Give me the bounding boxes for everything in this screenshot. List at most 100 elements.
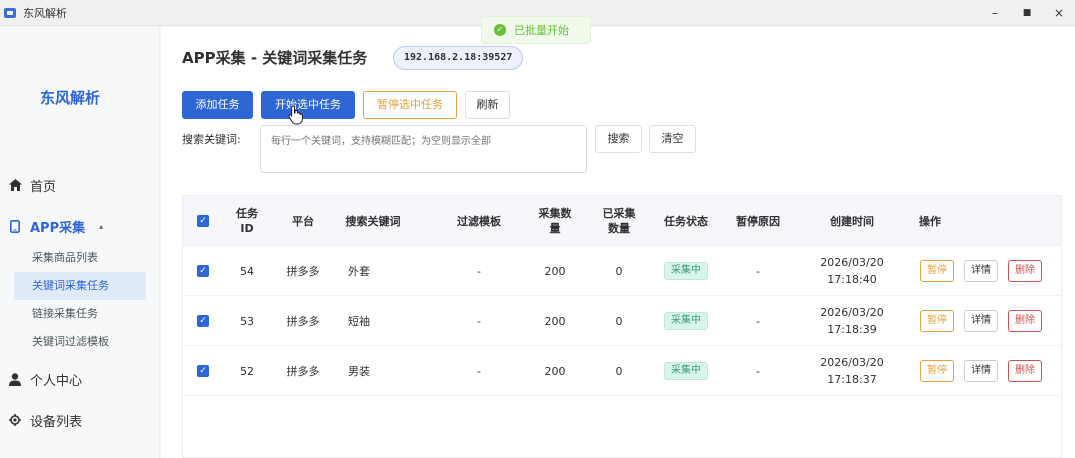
window-controls: – ■ × bbox=[979, 0, 1075, 26]
cell-collected-count: 0 bbox=[615, 364, 623, 378]
column-header-actions: 操作 bbox=[919, 214, 941, 228]
cell-created-time: 17:18:37 bbox=[827, 372, 877, 386]
column-header-task-id: 任务 ID bbox=[236, 207, 258, 235]
cell-status: 采集中 bbox=[655, 296, 717, 346]
column-header-platform: 平台 bbox=[292, 214, 314, 228]
cell-created-time: 17:18:40 bbox=[827, 272, 877, 286]
sidebar-item-app-collect[interactable]: APP采集 ▴ bbox=[0, 216, 150, 236]
start-selected-button[interactable]: 开始选中任务 bbox=[261, 91, 355, 119]
row-select-cell[interactable]: ✓ bbox=[183, 346, 223, 396]
minimize-button[interactable]: – bbox=[979, 6, 1011, 20]
row-pause-button[interactable]: 暂停 bbox=[920, 310, 954, 332]
window-title: 东风解析 bbox=[23, 6, 67, 20]
sidebar-subitem-filter-templates[interactable]: 关键词过滤模板 bbox=[14, 328, 146, 356]
cell-collected-count: 0 bbox=[615, 264, 623, 278]
cell-task-id: 54 bbox=[240, 264, 254, 278]
row-checkbox[interactable]: ✓ bbox=[197, 315, 209, 327]
table-row: ✓ 53 拼多多 短袖 - 200 0 采集中 - 2026/03/20 17:… bbox=[183, 296, 1061, 346]
sidebar-item-label: 个人中心 bbox=[30, 373, 83, 389]
add-task-button[interactable]: 添加任务 bbox=[182, 91, 253, 119]
cell-created-time: 17:18:39 bbox=[827, 322, 877, 336]
cell-collected-count: 0 bbox=[615, 314, 623, 328]
sidebar-item-label: 设备列表 bbox=[30, 414, 83, 430]
row-select-cell[interactable]: ✓ bbox=[183, 246, 223, 296]
pause-selected-button[interactable]: 暂停选中任务 bbox=[363, 91, 457, 119]
cell-platform: 拼多多 bbox=[286, 314, 320, 328]
cell-platform: 拼多多 bbox=[286, 364, 320, 378]
cell-target-count: 200 bbox=[544, 364, 566, 378]
search-keywords-label: 搜索关键词: bbox=[182, 133, 241, 146]
column-header-status: 任务状态 bbox=[664, 214, 708, 228]
cell-status: 采集中 bbox=[655, 246, 717, 296]
hand-cursor-icon bbox=[288, 105, 303, 125]
sidebar-item-profile[interactable]: 个人中心 bbox=[0, 369, 150, 389]
sidebar-item-label: 首页 bbox=[30, 179, 57, 195]
sidebar-item-label: APP采集 bbox=[30, 220, 86, 236]
table-row: ✓ 52 拼多多 男装 - 200 0 采集中 - 2026/03/20 17:… bbox=[183, 346, 1061, 396]
cell-created-date: 2026/03/20 bbox=[820, 305, 884, 319]
close-button[interactable]: × bbox=[1043, 6, 1075, 20]
row-detail-button[interactable]: 详情 bbox=[964, 260, 998, 282]
cell-status: 采集中 bbox=[655, 346, 717, 396]
maximize-button[interactable]: ■ bbox=[1011, 8, 1043, 18]
sidebar-subitem-keyword-tasks[interactable]: 关键词采集任务 bbox=[14, 272, 146, 300]
search-button[interactable]: 搜索 bbox=[595, 125, 642, 153]
cell-created-date: 2026/03/20 bbox=[820, 255, 884, 269]
status-badge: 采集中 bbox=[664, 262, 708, 280]
select-all-checkbox[interactable]: ✓ bbox=[197, 215, 209, 227]
device-ip-badge: 192.168.2.18:39527 bbox=[393, 46, 524, 70]
check-circle-icon: ✓ bbox=[494, 24, 506, 36]
row-select-cell[interactable]: ✓ bbox=[183, 296, 223, 346]
home-icon bbox=[8, 178, 22, 192]
column-header-collected-count: 已采集 数量 bbox=[602, 207, 636, 235]
row-detail-button[interactable]: 详情 bbox=[964, 360, 998, 382]
column-header-pause-reason: 暂停原因 bbox=[736, 214, 780, 228]
cell-keyword: 短袖 bbox=[348, 314, 370, 328]
clear-button[interactable]: 清空 bbox=[649, 125, 696, 153]
column-header-target-count: 采集数 量 bbox=[538, 207, 572, 235]
cell-filter-template: - bbox=[477, 364, 481, 378]
task-table: ✓ 任务 ID 平台 搜索关键词 过滤模板 采集数 量 已采集 数量 任务状态 … bbox=[182, 195, 1062, 458]
row-delete-button[interactable]: 删除 bbox=[1008, 260, 1042, 282]
sidebar: 东风解析 首页 APP采集 ▴ 采集商品列表 关键词采集任务 链接采集任务 关键… bbox=[0, 27, 160, 458]
cell-keyword: 外套 bbox=[348, 264, 370, 278]
cell-filter-template: - bbox=[477, 314, 481, 328]
cell-task-id: 52 bbox=[240, 364, 254, 378]
select-all-cell[interactable]: ✓ bbox=[183, 196, 223, 246]
row-detail-button[interactable]: 详情 bbox=[964, 310, 998, 332]
column-header-created-at: 创建时间 bbox=[830, 214, 874, 228]
cell-pause-reason: - bbox=[756, 314, 760, 328]
cell-task-id: 53 bbox=[240, 314, 254, 328]
sidebar-subitem-product-list[interactable]: 采集商品列表 bbox=[14, 244, 146, 272]
sidebar-subitem-link-tasks[interactable]: 链接采集任务 bbox=[14, 300, 146, 328]
app-icon bbox=[4, 7, 16, 18]
row-pause-button[interactable]: 暂停 bbox=[920, 360, 954, 382]
sidebar-item-devices[interactable]: 设备列表 bbox=[0, 410, 150, 430]
table-row: ✓ 54 拼多多 外套 - 200 0 采集中 - 2026/03/20 17:… bbox=[183, 246, 1061, 296]
toast-message: 已批量开始 bbox=[514, 24, 569, 37]
row-checkbox[interactable]: ✓ bbox=[197, 365, 209, 377]
column-header-keyword: 搜索关键词 bbox=[345, 214, 401, 228]
status-badge: 采集中 bbox=[664, 312, 708, 330]
search-keywords-input[interactable] bbox=[260, 125, 587, 173]
row-delete-button[interactable]: 删除 bbox=[1008, 310, 1042, 332]
chevron-up-icon: ▴ bbox=[99, 221, 104, 231]
cell-target-count: 200 bbox=[544, 314, 566, 328]
row-pause-button[interactable]: 暂停 bbox=[920, 260, 954, 282]
row-delete-button[interactable]: 删除 bbox=[1008, 360, 1042, 382]
status-badge: 采集中 bbox=[664, 362, 708, 380]
sidebar-item-home[interactable]: 首页 bbox=[0, 175, 150, 195]
row-checkbox[interactable]: ✓ bbox=[197, 265, 209, 277]
brand-logo-text: 东风解析 bbox=[39, 89, 100, 107]
cell-platform: 拼多多 bbox=[286, 264, 320, 278]
column-header-filter-template: 过滤模板 bbox=[457, 214, 501, 228]
cell-filter-template: - bbox=[477, 264, 481, 278]
refresh-button[interactable]: 刷新 bbox=[465, 91, 510, 119]
cell-pause-reason: - bbox=[756, 264, 760, 278]
user-icon bbox=[8, 372, 22, 386]
device-icon bbox=[8, 413, 22, 427]
cell-pause-reason: - bbox=[756, 364, 760, 378]
page-title: APP采集 - 关键词采集任务 bbox=[182, 49, 368, 67]
main-content: APP采集 - 关键词采集任务 192.168.2.18:39527 添加任务 … bbox=[161, 27, 1075, 458]
success-toast: ✓ 已批量开始 bbox=[481, 16, 591, 44]
